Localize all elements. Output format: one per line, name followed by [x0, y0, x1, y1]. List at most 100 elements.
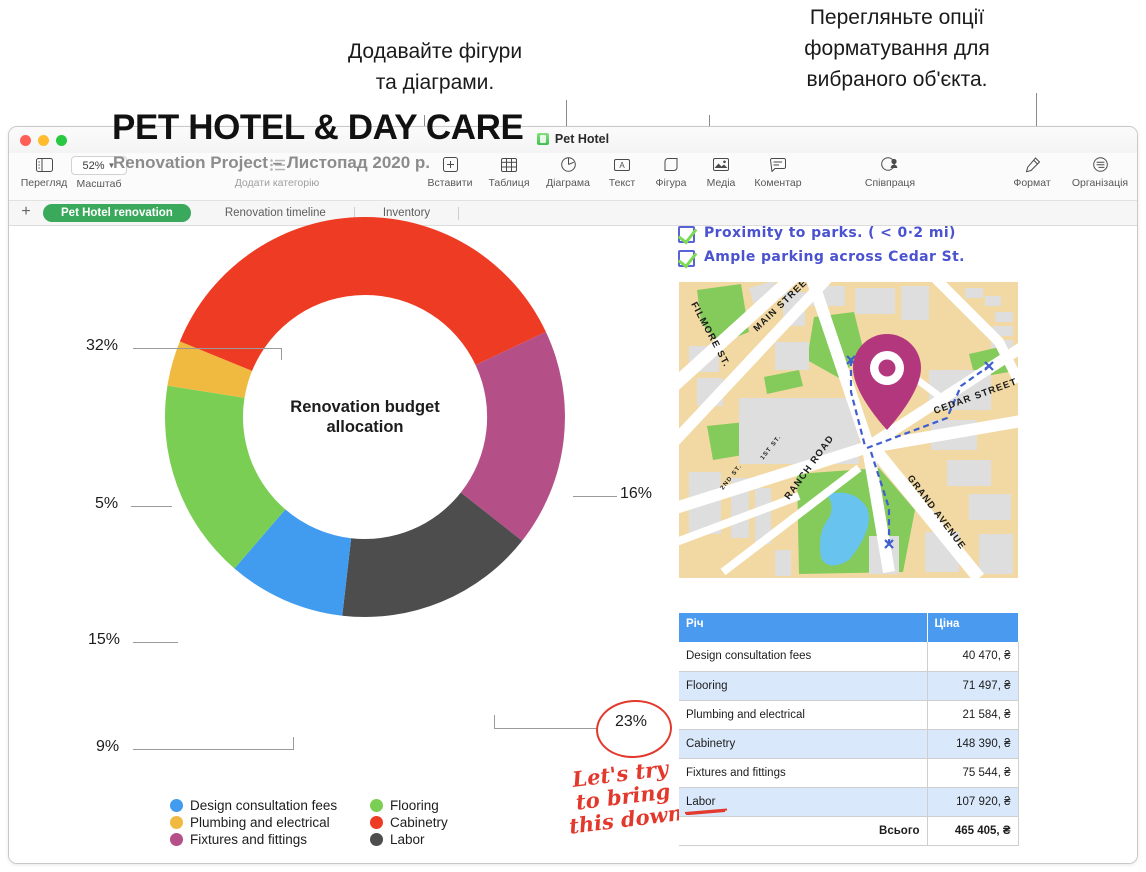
legend-item-labor[interactable]: Labor [370, 832, 530, 847]
cell-price[interactable]: 75 544, ₴ [927, 758, 1019, 788]
toolbar-collaborate-button[interactable]: Співпраця [849, 155, 931, 189]
add-sheet-button[interactable]: + [9, 204, 43, 222]
toolbar-shape-button[interactable]: Фігура [645, 155, 697, 189]
checklist-label: Ample parking across Cedar St. [704, 249, 965, 265]
cell-item[interactable]: Fixtures and fittings [679, 758, 928, 788]
legend-label: Design consultation fees [190, 798, 338, 813]
pct-label-design: 9% [96, 738, 120, 755]
legend-label: Flooring [390, 798, 439, 813]
labor-red-underline [684, 808, 728, 815]
table-row[interactable]: Cabinetry 148 390, ₴ [679, 729, 1019, 759]
price-table[interactable]: Річ Ціна Design consultation fees 40 470… [679, 613, 1019, 846]
toolbar-media-button[interactable]: Медіа [697, 155, 745, 189]
checkbox-checked-icon[interactable] [678, 226, 695, 243]
pct-leader-plumbing [131, 506, 172, 507]
table-row[interactable]: Flooring 71 497, ₴ [679, 671, 1019, 701]
callout-format-options-text: Перегляньте опції форматування для вибра… [804, 6, 990, 91]
toolbar-organize-label: Організація [1071, 177, 1129, 189]
legend-swatch-icon [370, 833, 383, 846]
legend-swatch-icon [370, 799, 383, 812]
toolbar-chart-button[interactable]: Діаграма [537, 155, 599, 189]
cell-item[interactable]: Flooring [679, 671, 928, 701]
pct-leader-labor [494, 728, 598, 729]
cell-item[interactable]: Cabinetry [679, 729, 928, 759]
toolbar-add-category-label: Додати категорію [234, 177, 320, 189]
cell-total-label[interactable]: Всього [679, 816, 928, 846]
cell-price[interactable]: 21 584, ₴ [927, 700, 1019, 730]
toolbar-shape-label: Фігура [655, 177, 687, 189]
pct-leader-flooring [133, 642, 178, 643]
toolbar-format-button[interactable]: Формат [1004, 155, 1060, 189]
legend-label: Fixtures and fittings [190, 832, 308, 847]
toolbar-text-label: Текст [608, 177, 636, 189]
table-header-price[interactable]: Ціна [927, 613, 1019, 642]
legend-label: Cabinetry [390, 815, 448, 830]
pct-leader-cabinetry-tick [281, 348, 282, 360]
legend-swatch-icon [170, 816, 183, 829]
comment-icon [770, 155, 786, 174]
toolbar-comment-button[interactable]: Коментар [745, 155, 811, 189]
checkbox-checked-icon[interactable] [678, 250, 695, 267]
legend-item-plumbing-and-electrical[interactable]: Plumbing and electrical [170, 815, 370, 830]
cell-price[interactable]: 40 470, ₴ [927, 642, 1019, 672]
legend-item-cabinetry[interactable]: Cabinetry [370, 815, 530, 830]
pct-leader-cabinetry [133, 348, 281, 349]
pct-leader-labor-tick [494, 715, 495, 729]
pct-leader-design-tick [293, 737, 294, 750]
location-map-image[interactable]: FILMORE ST. MAIN STREET CEDAR STREET GRA… [679, 282, 1018, 578]
map-svg: FILMORE ST. MAIN STREET CEDAR STREET GRA… [679, 282, 1018, 578]
chart-icon [560, 155, 576, 174]
legend-swatch-icon [170, 833, 183, 846]
table-header-item[interactable]: Річ [679, 613, 928, 642]
legend-item-fixtures-and-fittings[interactable]: Fixtures and fittings [170, 832, 370, 847]
legend-swatch-icon [170, 799, 183, 812]
table-icon [501, 155, 517, 174]
document-title-text: Pet Hotel [554, 132, 610, 146]
toolbar-zoom-label: Масштаб [76, 178, 122, 190]
cell-total-value[interactable]: 465 405, ₴ [927, 816, 1019, 846]
callout-add-shapes-text: Додавайте фігури та діаграми. [347, 40, 523, 94]
toolbar-insert-label: Вставити [427, 177, 473, 189]
cell-item[interactable]: Design consultation fees [679, 642, 928, 672]
organize-icon [1092, 155, 1108, 174]
toolbar-view-button[interactable]: Перегляд [15, 155, 73, 189]
cell-price[interactable]: 148 390, ₴ [927, 729, 1019, 759]
text-box-icon: A [614, 155, 630, 174]
table-row[interactable]: Plumbing and electrical 21 584, ₴ [679, 700, 1019, 730]
toolbar-chart-label: Діаграма [546, 177, 590, 189]
cell-price[interactable]: 107 920, ₴ [927, 787, 1019, 817]
donut-center-label: Renovation budget allocation [290, 398, 440, 436]
cell-item[interactable]: Plumbing and electrical [679, 700, 928, 730]
pct-label-cabinetry: 32% [86, 337, 119, 354]
sidebar-icon [35, 155, 53, 174]
cell-price[interactable]: 71 497, ₴ [927, 671, 1019, 701]
legend-item-design-consultation-fees[interactable]: Design consultation fees [170, 798, 370, 813]
callout-left-leader-vertical [566, 100, 567, 127]
toolbar-table-button[interactable]: Таблиця [481, 155, 537, 189]
checklist-row[interactable]: Ample parking across Cedar St. [678, 249, 965, 267]
slice-cabinetry [365, 217, 546, 365]
zoom-value: 52% [82, 159, 105, 172]
pct-leader-design [133, 749, 293, 750]
svg-text:A: A [619, 161, 625, 170]
budget-donut-chart[interactable]: Renovation budget allocation [160, 212, 570, 622]
toolbar-collaborate-label: Співпраця [864, 177, 916, 189]
legend-item-flooring[interactable]: Flooring [370, 798, 530, 813]
handwritten-checklist: Proximity to parks. ( < 0·2 mi) Ample pa… [678, 225, 965, 273]
page-title: PET HOTEL & DAY CARE [112, 108, 524, 147]
collaborate-icon [881, 155, 899, 174]
toolbar-text-button[interactable]: A Текст [599, 155, 645, 189]
pct-label-fixtures: 16% [620, 485, 653, 502]
table-header-row: Річ Ціна [679, 613, 1019, 642]
table-total-row[interactable]: Всього 465 405, ₴ [679, 816, 1019, 846]
table-row[interactable]: Labor 107 920, ₴ [679, 787, 1019, 817]
chart-legend: Design consultation fees Flooring Plumbi… [170, 798, 530, 847]
format-brush-icon [1024, 155, 1041, 174]
toolbar-organize-button[interactable]: Організація [1064, 155, 1136, 189]
checklist-row[interactable]: Proximity to parks. ( < 0·2 mi) [678, 225, 965, 243]
table-row[interactable]: Design consultation fees 40 470, ₴ [679, 642, 1019, 672]
table-row[interactable]: Fixtures and fittings 75 544, ₴ [679, 758, 1019, 788]
pct-label-plumbing: 5% [95, 495, 119, 512]
legend-label: Plumbing and electrical [190, 815, 330, 830]
toolbar-comment-label: Коментар [754, 177, 802, 189]
